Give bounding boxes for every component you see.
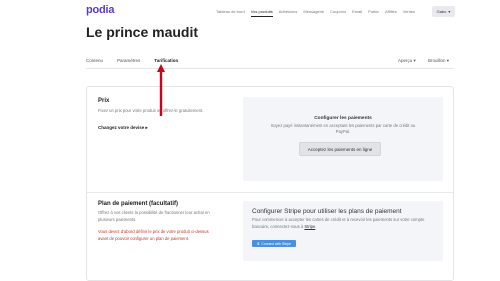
stripe-panel-text-end: . <box>315 223 317 229</box>
top-navigation-bar: podia Tableau de bord Vos produits Adhés… <box>0 0 500 24</box>
nav-item-affiliates[interactable]: Affiliés <box>385 9 397 17</box>
tab-settings[interactable]: Paramètres <box>117 58 140 63</box>
stripe-link[interactable]: Stripe <box>304 224 315 229</box>
nav-item-memberships[interactable]: Adhésions <box>279 9 298 17</box>
payment-plan-warning: Vous devez d'abord définir le prix de vo… <box>98 229 209 241</box>
nav-item-email[interactable]: Email <box>352 9 362 17</box>
payment-plan-description: Offrez à vos clients la possibilité de f… <box>98 210 210 222</box>
preview-dropdown[interactable]: Aperçu ▾ <box>398 58 416 64</box>
stripe-setup-panel: Configurer Stripe pour utiliser les plan… <box>243 201 443 261</box>
nav-item-dashboard[interactable]: Tableau de bord <box>216 9 245 17</box>
accept-payments-button[interactable]: Acceptez les paiements en ligne <box>299 142 381 156</box>
price-section-title: Prix <box>98 98 110 104</box>
podia-logo[interactable]: podia <box>86 4 115 16</box>
product-tabs: Contenu Paramètres Tarification <box>86 58 178 63</box>
tabs-divider <box>86 68 454 69</box>
stripe-panel-title: Configurer Stripe pour utiliser les plan… <box>252 208 402 215</box>
user-menu-button[interactable]: Gabo ▾ <box>432 6 455 17</box>
tab-pricing[interactable]: Tarification <box>154 58 178 63</box>
chevron-down-icon: ▾ <box>448 9 451 14</box>
caret-right-icon: ▸ <box>145 125 148 130</box>
change-currency-label: Changez votre devise <box>98 125 145 130</box>
nav-item-public[interactable]: Public <box>368 9 379 17</box>
nav-item-products[interactable]: Vos produits <box>250 9 273 17</box>
section-divider <box>86 192 454 193</box>
payments-panel-text: Soyez payé instantanément en acceptant l… <box>270 123 416 134</box>
stripe-icon: S <box>257 241 260 246</box>
payment-plan-title: Plan de paiement (facultatif) <box>98 201 179 207</box>
nav-item-coupons[interactable]: Coupons <box>330 9 346 17</box>
main-nav: Tableau de bord Vos produits Adhésions M… <box>216 9 415 17</box>
connect-stripe-label: Connect with Stripe <box>261 241 291 246</box>
annotation-arrow-icon <box>157 64 165 116</box>
status-dropdown[interactable]: Brouillon ▾ <box>428 58 449 64</box>
nav-item-messaging[interactable]: Messagerie <box>303 9 324 17</box>
payments-setup-panel: Configurer les paiements Soyez payé inst… <box>243 97 443 181</box>
change-currency-link[interactable]: Changez votre devise ▸ <box>98 125 148 131</box>
stripe-panel-text: Pour commencer à accepter les cartes de … <box>252 217 432 230</box>
stripe-panel-text-body: Pour commencer à accepter les cartes de … <box>252 217 425 229</box>
tab-content[interactable]: Contenu <box>86 58 103 63</box>
nav-item-sales[interactable]: Ventes <box>403 9 415 17</box>
connect-stripe-button[interactable]: S Connect with Stripe <box>252 240 296 247</box>
page-title: Le prince maudit <box>86 24 199 40</box>
user-name: Gabo <box>436 9 447 14</box>
payments-panel-title: Configurer les paiements <box>314 116 372 121</box>
